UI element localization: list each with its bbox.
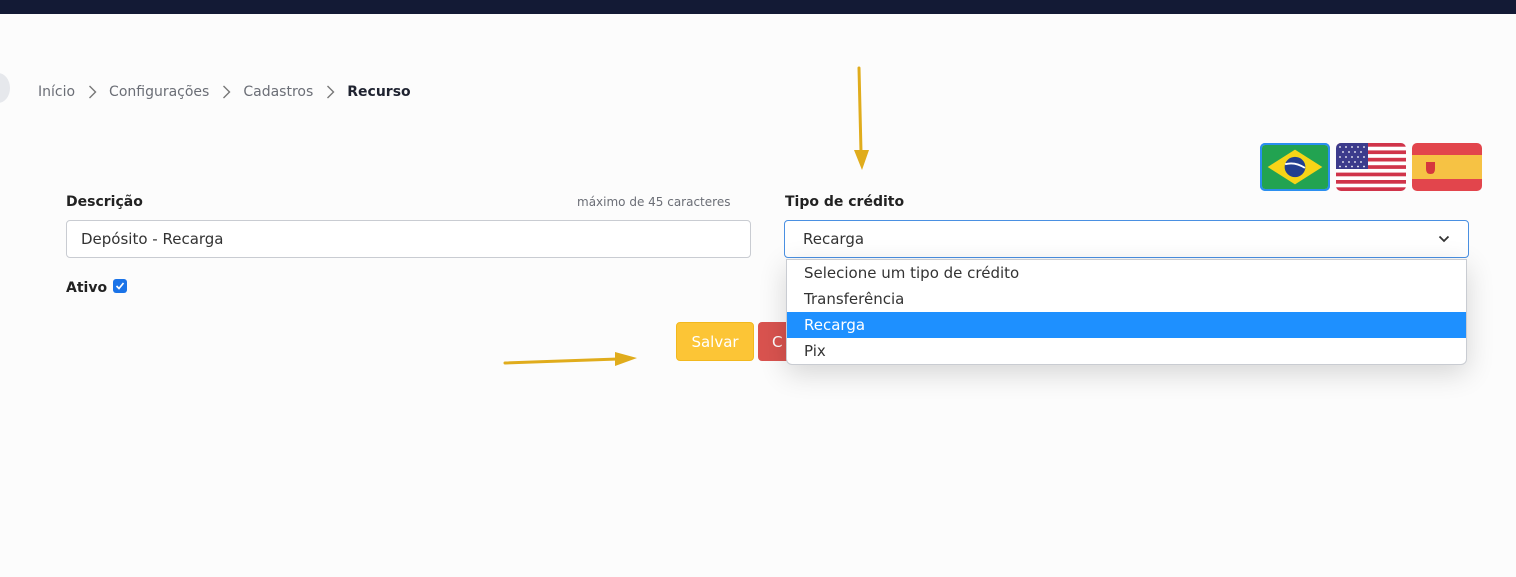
tipo-credito-select[interactable]: Recarga	[784, 220, 1469, 258]
breadcrumb: Início Configurações Cadastros Recurso	[38, 82, 411, 102]
descricao-hint: máximo de 45 caracteres	[577, 195, 731, 209]
descricao-input[interactable]: Depósito - Recarga	[66, 220, 751, 258]
option-pix[interactable]: Pix	[787, 338, 1466, 364]
tipo-credito-dropdown: Selecione um tipo de crédito Transferênc…	[786, 259, 1467, 365]
usa-flag-icon[interactable]	[1336, 143, 1406, 191]
save-button[interactable]: Salvar	[676, 322, 754, 361]
breadcrumb-inicio[interactable]: Início	[38, 84, 75, 100]
top-bar	[0, 0, 1516, 14]
breadcrumb-configuracoes[interactable]: Configurações	[109, 84, 209, 100]
down-arrow-icon	[854, 66, 869, 170]
descricao-label: Descrição	[66, 194, 143, 210]
spain-flag-icon[interactable]	[1412, 143, 1482, 191]
option-recarga[interactable]: Recarga	[787, 312, 1466, 338]
breadcrumb-recurso: Recurso	[347, 84, 411, 100]
option-selecione[interactable]: Selecione um tipo de crédito	[787, 260, 1466, 286]
chevron-right-icon	[313, 85, 347, 99]
right-arrow-icon	[503, 352, 637, 366]
chevron-down-icon	[1438, 235, 1450, 243]
ativo-label: Ativo	[66, 280, 108, 296]
ativo-checkbox[interactable]	[113, 279, 127, 293]
breadcrumb-cadastros[interactable]: Cadastros	[243, 84, 313, 100]
tipo-credito-label: Tipo de crédito	[785, 194, 905, 210]
language-selector	[1260, 143, 1482, 191]
chevron-right-icon	[209, 85, 243, 99]
tipo-credito-value: Recarga	[803, 230, 865, 248]
brazil-flag-icon[interactable]	[1260, 143, 1330, 191]
chevron-right-icon	[75, 85, 109, 99]
option-transferencia[interactable]: Transferência	[787, 286, 1466, 312]
sidebar-toggle[interactable]	[0, 73, 10, 103]
